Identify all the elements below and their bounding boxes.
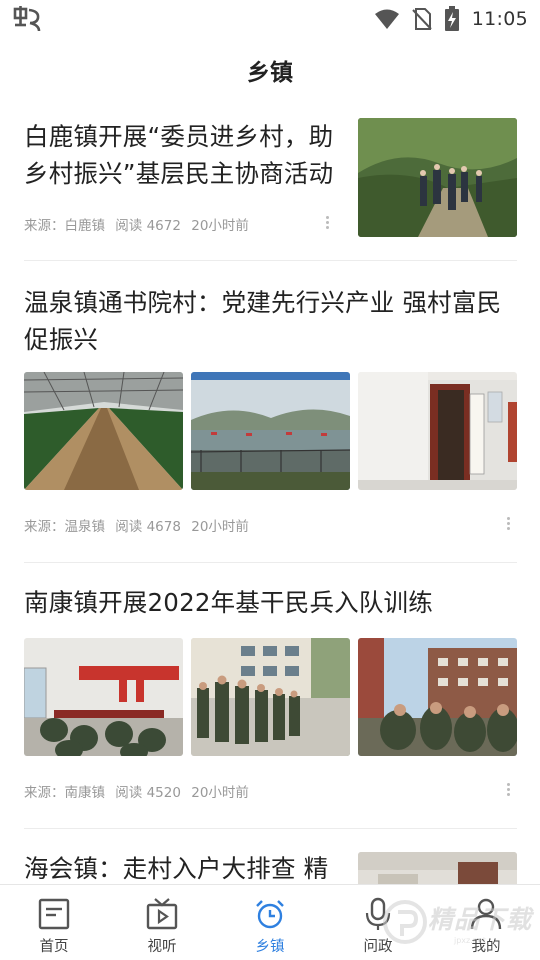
battery-charging-icon — [444, 6, 459, 31]
article-meta: 来源：温泉镇 阅读 4678 20小时前 — [24, 515, 255, 535]
article-thumbnail[interactable] — [24, 372, 183, 490]
article-meta: 来源：白鹿镇 阅读 4672 20小时前 — [24, 214, 255, 234]
alarm-clock-icon — [256, 900, 284, 929]
article-card[interactable]: 海会镇：走村入户大排查 精 — [24, 850, 517, 884]
article-time: 20小时前 — [191, 218, 249, 234]
article-thumbnail[interactable] — [358, 118, 517, 237]
article-card[interactable]: 温泉镇通书院村：党建先行兴产业 强村富民 促振兴 来源：温泉镇 阅读 4678 … — [24, 284, 517, 535]
article-thumbnail[interactable] — [191, 638, 350, 756]
video-icon — [146, 898, 178, 930]
status-bar: 11:05 — [0, 0, 540, 40]
article-reads: 阅读 4672 — [115, 218, 181, 234]
page-title: 乡镇 — [247, 60, 293, 86]
no-sim-icon — [412, 8, 432, 30]
nav-label: 首页 — [39, 939, 69, 955]
nav-label: 问政 — [363, 939, 393, 955]
nav-label: 视听 — [147, 939, 177, 955]
status-icons: 11:05 — [374, 6, 528, 32]
title-bar: 乡镇 — [0, 40, 540, 100]
article-divider — [24, 828, 517, 829]
nav-label: 乡镇 — [255, 939, 285, 955]
article-thumbnail[interactable] — [358, 372, 517, 490]
bottom-navigation: 首页 视听 乡镇 问政 我的 — [0, 884, 540, 960]
nav-label: 我的 — [471, 939, 501, 955]
news-feed[interactable]: 白鹿镇开展“委员进乡村，助 乡村振兴”基层民主协商活动 来源：白鹿镇 阅读 46… — [0, 100, 540, 884]
article-card[interactable]: 南康镇开展2022年基干民兵入队训练 来源：南康镇 阅读 4520 20小时前 — [24, 584, 517, 801]
microphone-icon — [365, 897, 391, 930]
clock-time: 11:05 — [471, 8, 528, 30]
article-meta: 来源：南康镇 阅读 4520 20小时前 — [24, 781, 255, 801]
article-title: 海会镇：走村入户大排查 精 — [24, 854, 329, 883]
more-options-icon[interactable] — [322, 212, 332, 232]
article-title: 温泉镇通书院村：党建先行兴产业 强村富民 促振兴 — [24, 288, 502, 354]
article-card[interactable]: 白鹿镇开展“委员进乡村，助 乡村振兴”基层民主协商活动 来源：白鹿镇 阅读 46… — [24, 118, 517, 240]
article-divider — [24, 260, 517, 261]
nav-item-inquiry[interactable]: 问政 — [324, 885, 432, 960]
article-thumbnail[interactable] — [191, 372, 350, 490]
more-options-icon[interactable] — [503, 513, 513, 533]
article-title: 南康镇开展2022年基干民兵入队训练 — [24, 588, 433, 617]
app-logo-icon — [13, 6, 41, 32]
article-divider — [24, 562, 517, 563]
nav-item-mine[interactable]: 我的 — [432, 885, 540, 960]
article-reads: 阅读 4678 — [115, 519, 181, 535]
article-source: 来源：温泉镇 — [24, 519, 105, 535]
article-source: 来源：南康镇 — [24, 785, 105, 801]
user-icon — [470, 898, 502, 930]
article-thumbnail[interactable] — [24, 638, 183, 756]
article-title: 白鹿镇开展“委员进乡村，助 乡村振兴”基层民主协商活动 — [24, 122, 334, 188]
article-source: 来源：白鹿镇 — [24, 218, 105, 234]
nav-item-home[interactable]: 首页 — [0, 885, 108, 960]
nav-item-town[interactable]: 乡镇 — [216, 885, 324, 960]
news-icon — [38, 898, 70, 930]
article-time: 20小时前 — [191, 785, 249, 801]
article-reads: 阅读 4520 — [115, 785, 181, 801]
more-options-icon[interactable] — [503, 779, 513, 799]
article-time: 20小时前 — [191, 519, 249, 535]
article-thumbnail[interactable] — [358, 638, 517, 756]
wifi-icon — [374, 9, 399, 29]
article-thumbnail[interactable] — [358, 852, 517, 884]
nav-item-video[interactable]: 视听 — [108, 885, 216, 960]
